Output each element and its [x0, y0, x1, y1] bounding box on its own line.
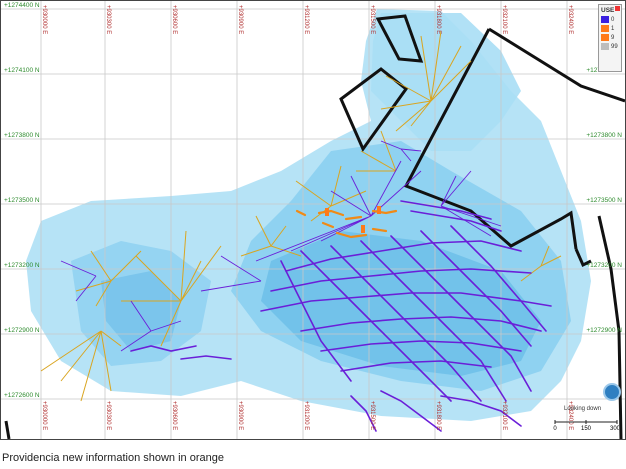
legend-swatch — [601, 43, 609, 50]
legend-label: 0 — [611, 16, 615, 23]
easting-label-bottom: +931800 E — [435, 401, 441, 430]
easting-label-bottom: +931500 E — [369, 401, 375, 430]
easting-label-top: +930600 E — [171, 5, 177, 34]
legend-label: 99 — [611, 43, 618, 50]
easting-label-top: +932400 E — [567, 5, 573, 34]
easting-label-bottom: +930600 E — [171, 401, 177, 430]
northing-label: +1272900 N — [4, 327, 40, 334]
northing-label: +1272600 N — [4, 392, 40, 399]
northing-label-right: +1273800 N — [586, 132, 622, 139]
easting-label-top: +932100 E — [501, 5, 507, 34]
map-frame: +1274400 N+1274100 N+1274100 N+1273800 N… — [0, 0, 626, 440]
scale-tick-2: 300 — [610, 426, 619, 431]
legend-item: 1 — [601, 25, 619, 32]
easting-label-top: +931800 E — [435, 5, 441, 34]
northing-label: +1273800 N — [4, 132, 40, 139]
legend-label: 1 — [611, 25, 615, 32]
northing-label: +1274400 N — [4, 2, 40, 9]
easting-label-top: +930300 E — [105, 5, 111, 34]
map-canvas[interactable]: +1274400 N+1274100 N+1274100 N+1273800 N… — [1, 1, 625, 439]
legend-items: 0 1 9 99 — [601, 16, 619, 50]
scale-bar: 0 150 300 — [553, 420, 619, 431]
easting-label-top: +930000 E — [41, 5, 47, 34]
northing-label-right: +1273500 N — [586, 197, 622, 204]
legend-label: 9 — [611, 34, 615, 41]
figure-caption: Providencia new information shown in ora… — [2, 452, 224, 464]
easting-label-bottom: +932100 E — [501, 401, 507, 430]
view-direction-label: Looking down — [564, 406, 602, 412]
legend-panel[interactable]: USE 0 1 9 99 — [598, 4, 622, 72]
northing-label-right: +1272900 N — [586, 327, 622, 334]
legend-item: 9 — [601, 34, 619, 41]
northing-label: +1273200 N — [4, 262, 40, 269]
legend-item: 99 — [601, 43, 619, 50]
easting-label-bottom: +931200 E — [303, 401, 309, 430]
legend-swatch — [601, 16, 609, 23]
legend-item: 0 — [601, 16, 619, 23]
northing-label-right: +1273200 N — [586, 262, 622, 269]
close-icon[interactable] — [615, 6, 620, 11]
scale-tick-0: 0 — [553, 426, 557, 431]
easting-label-bottom: +930300 E — [105, 401, 111, 430]
easting-label-bottom: +930900 E — [237, 401, 243, 430]
easting-label-top: +931500 E — [369, 5, 375, 34]
legend-swatch — [601, 34, 609, 41]
legend-swatch — [601, 25, 609, 32]
northing-label: +1274100 N — [4, 67, 40, 74]
compass-icon[interactable] — [603, 383, 621, 401]
scale-tick-1: 150 — [581, 426, 592, 431]
easting-label-bottom: +930000 E — [41, 401, 47, 430]
easting-label-top: +931200 E — [303, 5, 309, 34]
easting-label-top: +930900 E — [237, 5, 243, 34]
northing-label: +1273500 N — [4, 197, 40, 204]
